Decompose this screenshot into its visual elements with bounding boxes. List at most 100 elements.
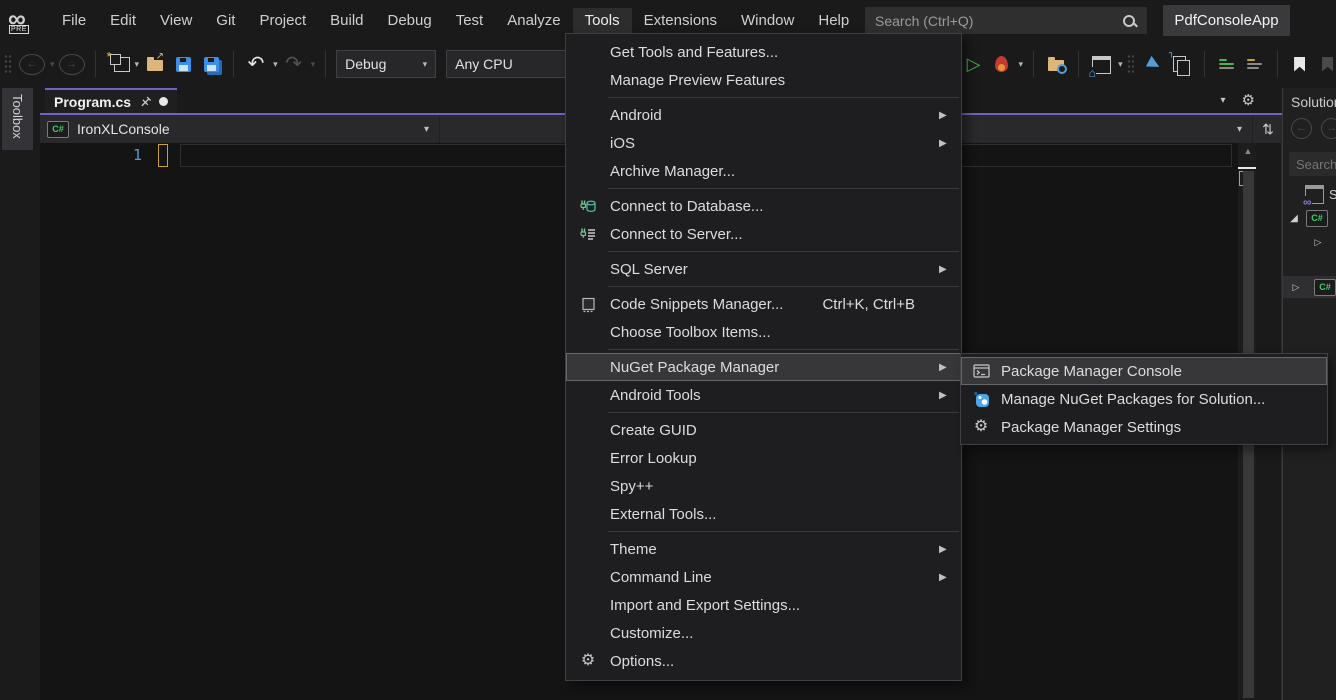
tree-row-solution[interactable]: So: [1283, 183, 1336, 205]
chevron-down-icon: ▾: [423, 59, 428, 70]
indent-lines-icon[interactable]: [1215, 49, 1239, 79]
menu-item-manage-nuget-packages-for-solution[interactable]: Manage NuGet Packages for Solution...: [961, 385, 1327, 413]
menu-item-manage-preview-features[interactable]: Manage Preview Features: [566, 66, 961, 94]
submenu-arrow-icon: ▶: [939, 572, 961, 583]
tree-row-project2-selected[interactable]: ▷ C#: [1283, 276, 1336, 298]
solution-explorer-search[interactable]: [1289, 152, 1336, 176]
preview-window-dropdown-icon[interactable]: ▾: [1118, 59, 1123, 70]
solution-configurations-dropdown[interactable]: Debug ▾: [336, 50, 436, 78]
menu-item-ios[interactable]: iOS ▶: [566, 129, 961, 157]
menu-item-command-line[interactable]: Command Line ▶: [566, 563, 961, 591]
tree-row-project-expanded[interactable]: ◢ C#: [1283, 207, 1336, 229]
undo-dropdown-icon[interactable]: ▾: [273, 59, 278, 70]
save-icon[interactable]: [171, 49, 195, 79]
solution-explorer-title: Solution: [1291, 94, 1336, 110]
scroll-up-arrow-icon[interactable]: ▲: [1238, 146, 1258, 156]
navigate-forward-icon[interactable]: →: [59, 54, 85, 75]
menu-item-nuget-package-manager[interactable]: NuGet Package Manager ▶: [566, 353, 961, 381]
solution-search-input[interactable]: [1289, 157, 1336, 172]
copy-document-icon[interactable]: [1170, 49, 1194, 79]
format-document-icon[interactable]: [1243, 49, 1267, 79]
navigate-to-cursor-icon[interactable]: [1142, 49, 1166, 79]
menu-git[interactable]: Git: [204, 8, 247, 33]
menu-shortcut: Ctrl+K, Ctrl+B: [822, 296, 915, 313]
platform-label: Any CPU: [455, 56, 513, 72]
menu-item-connect-to-server[interactable]: Connect to Server...: [566, 220, 961, 248]
redo-dropdown-icon[interactable]: ▾: [311, 59, 316, 70]
start-without-debugging-icon[interactable]: ▷: [962, 49, 986, 79]
toolbar-separator: [1277, 51, 1278, 77]
open-file-icon[interactable]: [143, 49, 167, 79]
menu-item-android[interactable]: Android ▶: [566, 101, 961, 129]
toolbar-separator: [233, 51, 234, 77]
menu-build[interactable]: Build: [318, 8, 375, 33]
menu-item-customize[interactable]: Customize...: [566, 619, 961, 647]
menu-test[interactable]: Test: [444, 8, 496, 33]
menu-file[interactable]: File: [50, 8, 98, 33]
find-in-files-icon[interactable]: [1044, 49, 1068, 79]
tree-expanded-icon[interactable]: ◢: [1287, 213, 1301, 224]
explorer-back-icon[interactable]: ←: [1291, 118, 1312, 139]
menu-project[interactable]: Project: [247, 8, 318, 33]
pin-icon[interactable]: [139, 96, 151, 108]
menu-window[interactable]: Window: [729, 8, 806, 33]
solution-name-badge[interactable]: PdfConsoleApp: [1163, 5, 1290, 36]
menu-item-choose-toolbox-items[interactable]: Choose Toolbox Items...: [566, 318, 961, 346]
toolbar-grip-icon[interactable]: [4, 54, 11, 74]
gear-icon: ⚙: [974, 419, 988, 435]
menu-extensions[interactable]: Extensions: [632, 8, 729, 33]
undo-icon[interactable]: ↶: [244, 49, 268, 79]
menu-debug[interactable]: Debug: [376, 8, 444, 33]
hot-reload-dropdown-icon[interactable]: ▾: [1019, 59, 1024, 70]
navigate-back-dropdown-icon[interactable]: ▾: [50, 59, 55, 70]
toolbar-left-group: ← ▾ → * ▾ ↶ ▾ ↷ ▾ Debug ▾ Any CPU ▾: [4, 40, 599, 88]
tab-program-cs[interactable]: Program.cs: [45, 88, 177, 113]
tree-collapsed-icon[interactable]: ▷: [1289, 282, 1303, 293]
menu-tools[interactable]: Tools: [573, 8, 632, 33]
toolbar-separator: [1033, 51, 1034, 77]
nuget-submenu: Package Manager Console Manage NuGet Pac…: [960, 353, 1328, 445]
menu-item-archive-manager[interactable]: Archive Manager...: [566, 157, 961, 185]
new-project-icon[interactable]: *: [106, 49, 130, 79]
menu-item-get-tools-and-features[interactable]: Get Tools and Features...: [566, 38, 961, 66]
tab-list-chevron-icon[interactable]: ▾: [1221, 95, 1226, 106]
tree-row-child-collapsed[interactable]: ▷: [1283, 231, 1336, 253]
split-editor-icon[interactable]: ⇅: [1252, 115, 1283, 143]
redo-icon[interactable]: ↷: [282, 49, 306, 79]
menu-item-package-manager-console[interactable]: Package Manager Console: [961, 357, 1327, 385]
menu-view[interactable]: View: [148, 8, 204, 33]
navigate-back-icon[interactable]: ←: [19, 54, 45, 75]
quick-search[interactable]: [865, 7, 1147, 34]
tree-collapsed-icon[interactable]: ▷: [1311, 237, 1325, 248]
menu-item-external-tools[interactable]: External Tools...: [566, 500, 961, 528]
search-icon[interactable]: [1121, 13, 1137, 29]
menu-item-package-manager-settings[interactable]: ⚙ Package Manager Settings: [961, 413, 1327, 441]
menu-item-options[interactable]: ⚙ Options...: [566, 647, 961, 675]
tab-options-gear-icon[interactable]: ⚙: [1242, 91, 1255, 109]
preview-window-icon[interactable]: [1089, 49, 1113, 79]
menu-item-create-guid[interactable]: Create GUID: [566, 416, 961, 444]
console-icon: [961, 363, 1001, 379]
toolbox-tab[interactable]: Toolbox: [2, 88, 33, 150]
menu-analyze[interactable]: Analyze: [495, 8, 572, 33]
menu-edit[interactable]: Edit: [98, 8, 148, 33]
explorer-forward-icon[interactable]: →: [1321, 118, 1336, 139]
new-project-dropdown-icon[interactable]: ▾: [135, 59, 140, 70]
search-input[interactable]: [865, 13, 1121, 29]
menu-item-spy-plus-plus[interactable]: Spy++: [566, 472, 961, 500]
connect-server-icon: [566, 226, 610, 243]
menu-item-connect-to-database[interactable]: Connect to Database...: [566, 192, 961, 220]
menu-help[interactable]: Help: [806, 8, 861, 33]
menu-item-import-export-settings[interactable]: Import and Export Settings...: [566, 591, 961, 619]
menu-item-theme[interactable]: Theme ▶: [566, 535, 961, 563]
menu-item-android-tools[interactable]: Android Tools ▶: [566, 381, 961, 409]
toggle-bookmark-icon[interactable]: [1288, 49, 1312, 79]
previous-bookmark-icon[interactable]: [1316, 49, 1336, 79]
menu-item-sql-server[interactable]: SQL Server ▶: [566, 255, 961, 283]
toolbar-grip-icon[interactable]: [1127, 54, 1134, 74]
menu-item-code-snippets-manager[interactable]: Code Snippets Manager... Ctrl+K, Ctrl+B: [566, 290, 961, 318]
project-dropdown[interactable]: C# IronXLConsole ▾: [40, 115, 439, 143]
menu-item-error-lookup[interactable]: Error Lookup: [566, 444, 961, 472]
hot-reload-icon[interactable]: [990, 49, 1014, 79]
save-all-icon[interactable]: [199, 49, 223, 79]
